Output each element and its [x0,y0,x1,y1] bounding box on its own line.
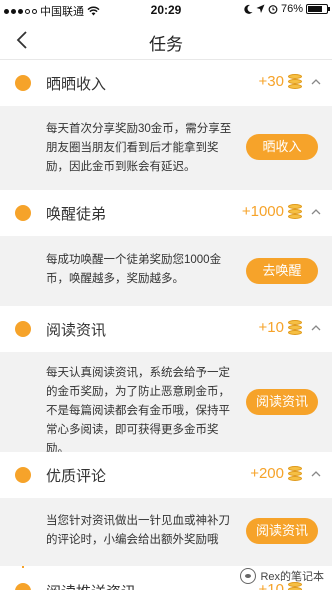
task-reward: +10 [259,319,302,336]
coin-stack-icon [288,320,302,335]
location-icon [256,4,265,13]
task-body: 每天首次分享奖励30金币，需分享至朋友圈当朋友们看到后才能拿到奖励，因此金币到账… [0,106,332,190]
task-header[interactable]: 唤醒徒弟 +1000 [0,190,332,236]
chevron-up-icon[interactable] [310,76,322,88]
task-title: 优质评论 [46,468,107,485]
page-title: 任务 [149,35,183,54]
task-header[interactable]: 晒晒收入 +30 [0,60,332,106]
chevron-up-icon[interactable] [310,206,322,218]
task-title: 唤醒徒弟 [46,206,107,223]
watermark-text: Rex的笔记本 [260,571,324,583]
battery-level [308,6,322,12]
task-body: 每成功唤醒一个徒弟奖励您1000金币，唤醒越多，奖励越多。 去唤醒 [0,236,332,306]
timeline-dot [15,321,31,337]
battery-icon [306,4,330,14]
task-title: 阅读资讯 [46,322,107,339]
status-bar: 中国联通 20:29 76% [0,0,332,20]
task-description: 每天首次分享奖励30金币，需分享至朋友圈当朋友们看到后才能拿到奖励，因此金币到账… [46,123,232,173]
read-news-button[interactable]: 阅读资讯 [246,389,318,415]
task-title: 晒晒收入 [46,76,107,93]
task-body: 每天认真阅读资讯，系统会给予一定的金币奖励，为了防止恶意刷金币，不是每篇阅读都会… [0,352,332,455]
task-description: 每天认真阅读资讯，系统会给予一定的金币奖励，为了防止恶意刷金币，不是每篇阅读都会… [46,367,230,455]
reward-amount: +30 [258,73,284,90]
chevron-up-icon[interactable] [310,322,322,334]
wechat-account-icon [240,568,257,584]
task-reward: +30 [259,73,302,90]
coin-stack-icon [288,204,302,219]
reward-amount: +200 [250,465,284,482]
task-title: 阅读推送资讯 [46,581,136,590]
battery-percent: 76% [280,3,303,15]
comment-read-news-button[interactable]: 阅读资讯 [246,518,318,544]
nav-bar: 任务 [0,20,332,60]
task-body: 当您针对资讯做出一针见血或神补刀的评论时，小编会给出额外奖励哦 阅读资讯 [0,498,332,566]
reward-amount: +10 [258,319,284,336]
coin-stack-icon [288,466,302,481]
share-income-button[interactable]: 晒收入 [246,134,318,160]
coin-stack-icon [288,74,302,89]
timeline-dot [15,205,31,221]
chevron-up-icon[interactable] [310,468,322,480]
watermark: Rex的笔记本 [240,568,324,584]
task-reward: +1000 [242,203,302,220]
task-description: 每成功唤醒一个徒弟奖励您1000金币，唤醒越多，奖励越多。 [46,254,222,285]
task-reward: +200 [250,465,302,482]
timeline-dot [15,583,31,590]
timeline-dot [15,75,31,91]
task-header[interactable]: 优质评论 +200 [0,452,332,498]
alarm-icon [268,5,278,14]
task-header[interactable]: 阅读资讯 +10 [0,306,332,352]
moon-icon [244,4,253,14]
wake-apprentice-button[interactable]: 去唤醒 [246,258,318,284]
status-right: 76% [244,3,330,15]
reward-amount: +1000 [241,203,284,220]
timeline-dot [15,467,31,483]
task-description: 当您针对资讯做出一针见血或神补刀的评论时，小编会给出额外奖励哦 [46,515,230,546]
